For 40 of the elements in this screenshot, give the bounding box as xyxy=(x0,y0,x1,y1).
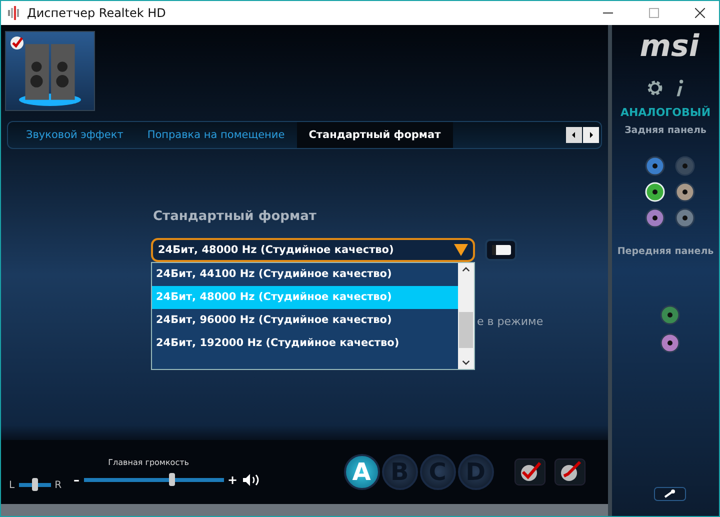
panel-label: Передняя панель xyxy=(617,246,714,257)
minus-sign: – xyxy=(74,472,80,486)
tab[interactable]: Поправка на помещение xyxy=(135,122,297,148)
scroll-right-icon[interactable] xyxy=(583,127,599,143)
checkmark-icon[interactable] xyxy=(554,458,586,486)
panel-label: Задняя панель xyxy=(624,125,706,136)
wrench-icon[interactable] xyxy=(654,487,686,501)
toggle-icon[interactable] xyxy=(485,239,517,261)
info-icon[interactable] xyxy=(674,78,685,98)
jack-icon[interactable] xyxy=(660,333,680,353)
scrollbar[interactable] xyxy=(458,263,474,369)
plus-sign: + xyxy=(228,472,238,486)
jack-icon[interactable] xyxy=(674,182,694,202)
tab[interactable]: Стандартный формат xyxy=(296,122,453,148)
format-dropdown[interactable]: 24Бит, 48000 Hz (Студийное качество) xyxy=(151,238,475,262)
logo: msi xyxy=(640,29,700,64)
connector-type: АНАЛОГОВЫЙ xyxy=(620,106,711,119)
speakers-drawing xyxy=(19,42,81,106)
checkmark-icon[interactable] xyxy=(514,458,546,486)
slider-thumb[interactable] xyxy=(168,472,175,486)
volume-icon[interactable] xyxy=(242,472,260,486)
window-title: Диспетчер Realtek HD xyxy=(27,6,166,20)
speaker-icon xyxy=(7,6,21,20)
dropdown-option[interactable]: 24Бит, 96000 Hz (Студийное качество) xyxy=(152,309,458,332)
left-label: L xyxy=(9,480,15,490)
tab[interactable]: Звуковой эффект xyxy=(14,122,136,148)
volume-label: Главная громкость xyxy=(108,458,189,466)
dropdown-option[interactable]: 24Бит, 44100 Hz (Студийное качество) xyxy=(152,263,458,286)
scroll-down-icon[interactable] xyxy=(462,360,470,365)
caret-icon xyxy=(454,244,468,256)
option-text: е в режиме xyxy=(477,315,544,328)
scroll-left-icon[interactable] xyxy=(566,127,582,143)
scroll-up-icon[interactable] xyxy=(462,267,470,272)
right-label: R xyxy=(54,480,62,490)
slider-thumb[interactable] xyxy=(32,478,38,491)
settings-icon[interactable] xyxy=(646,79,664,97)
section-title: Стандартный формат xyxy=(153,209,318,224)
close-icon[interactable] xyxy=(695,8,705,18)
device-tile[interactable] xyxy=(5,31,95,111)
dropdown-option[interactable]: 24Бит, 192000 Hz (Студийное качество) xyxy=(152,332,458,355)
